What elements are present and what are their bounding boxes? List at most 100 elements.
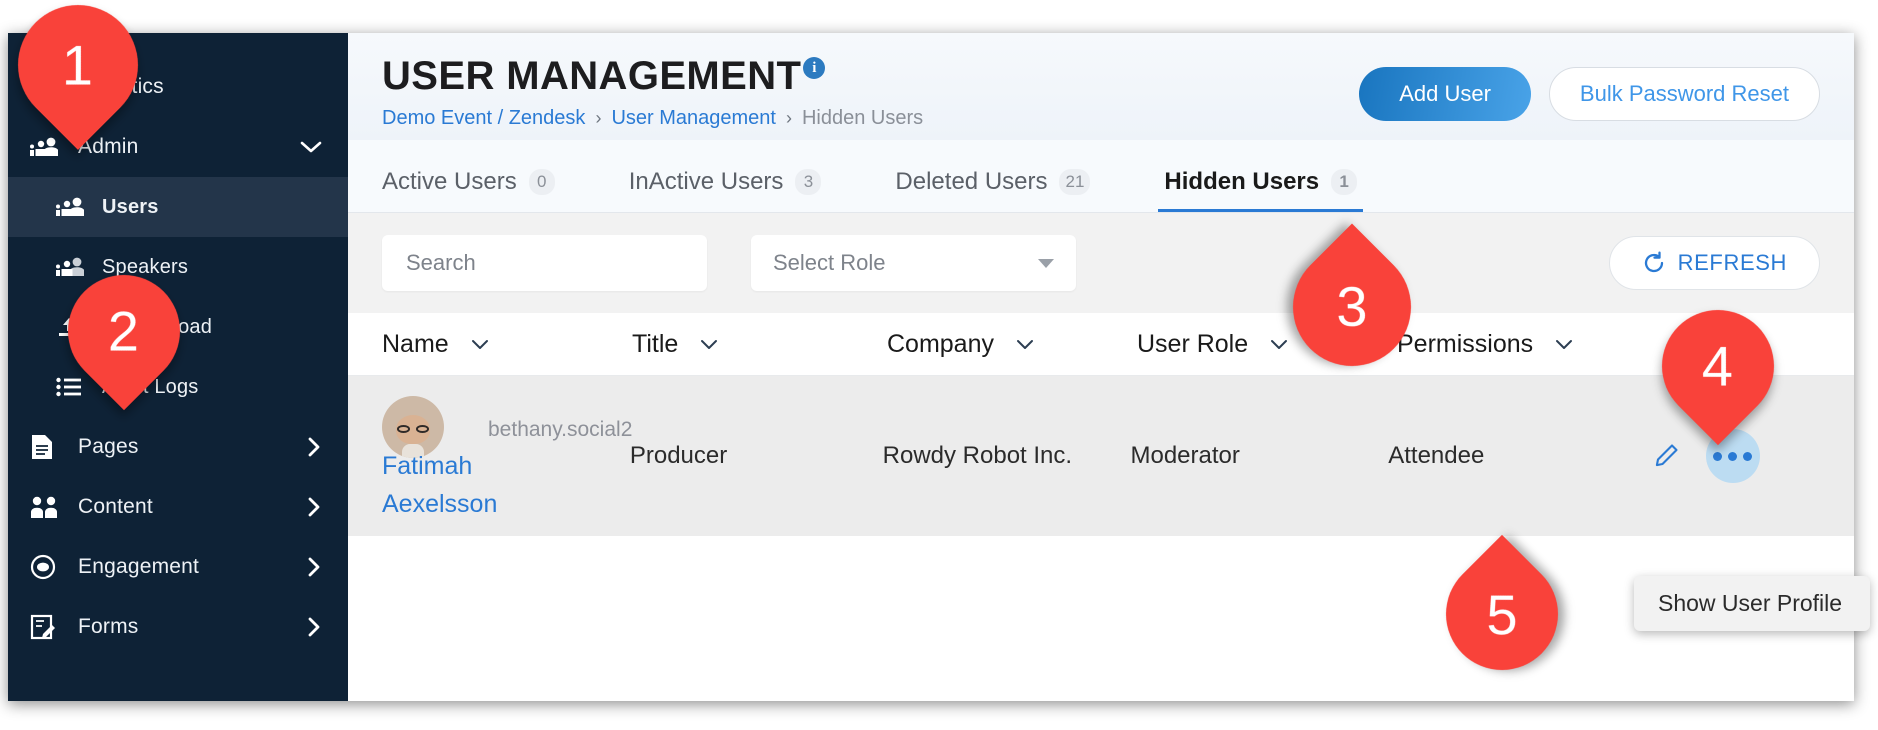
cell-user-role: Moderator (1130, 442, 1240, 469)
sidebar-item-label: Engagement (78, 555, 200, 578)
chevron-down-icon[interactable] (1270, 339, 1288, 350)
sidebar-item-pages[interactable]: Pages (8, 417, 348, 477)
sidebar-item-audit-logs[interactable]: Audit Logs (8, 357, 348, 417)
filter-bar: Select Role REFRESH (348, 213, 1854, 313)
sidebar-item-label: Admin (78, 135, 139, 158)
tab-label: Deleted Users (895, 168, 1048, 195)
edit-pencil-icon[interactable] (1646, 436, 1686, 476)
people-group-icon (56, 196, 88, 218)
column-header-company[interactable]: Company (887, 330, 1137, 359)
tab-label: Hidden Users (1164, 168, 1320, 195)
cell-company: Rowdy Robot Inc. (882, 442, 1073, 469)
breadcrumb-current: Hidden Users (801, 107, 924, 129)
sidebar-item-speakers[interactable]: Speakers (8, 237, 348, 297)
refresh-icon (1642, 251, 1666, 275)
breadcrumb-link-root[interactable]: Demo Event / Zendesk (382, 107, 585, 130)
chevron-down-icon[interactable] (1016, 339, 1034, 350)
people-group-icon (30, 136, 64, 158)
avatar (382, 396, 444, 458)
document-icon (30, 434, 64, 460)
tab-label: InActive Users (628, 168, 784, 195)
sidebar-item-engagement[interactable]: Engagement (8, 537, 348, 597)
sidebar-item-users[interactable]: Users (8, 177, 348, 237)
sidebar-item-label: Content (78, 495, 153, 518)
annotation-number: 5 (1486, 582, 1518, 646)
refresh-wrap: REFRESH (1608, 236, 1820, 290)
form-edit-icon (30, 614, 64, 640)
screenshot-root: Analytics Admin Users (0, 0, 1878, 730)
dot (1743, 451, 1753, 461)
chevron-right-icon[interactable] (306, 436, 322, 458)
chevron-right-icon[interactable] (306, 556, 322, 578)
breadcrumb: Demo Event / Zendesk › User Management ›… (382, 107, 923, 130)
add-user-button[interactable]: Add User (1359, 67, 1531, 121)
sidebar-item-label: Users (102, 195, 159, 218)
tab-active-users[interactable]: Active Users 0 (382, 168, 555, 212)
chevron-down-icon[interactable] (300, 140, 322, 154)
tab-inactive-users[interactable]: InActive Users 3 (629, 168, 822, 212)
sidebar-item-label: Forms (78, 615, 139, 638)
column-label: Permissions (1397, 329, 1534, 358)
column-header-title[interactable]: Title (632, 330, 887, 359)
refresh-button[interactable]: REFRESH (1608, 236, 1820, 290)
cell-name: bethany.social2 Fatimah Aexelsson (382, 386, 633, 526)
row-context-menu: Show User Profile (1634, 576, 1870, 631)
tab-count-badge: 21 (1059, 169, 1091, 195)
column-label: User Role (1137, 329, 1249, 358)
title-block: USER MANAGEMENT i Demo Event / Zendesk › … (382, 55, 923, 130)
chevron-down-icon[interactable] (471, 339, 489, 350)
chevron-down-icon[interactable] (700, 339, 718, 350)
tab-count-badge: 0 (528, 169, 555, 195)
column-label: Name (382, 329, 449, 358)
sidebar-item-forms[interactable]: Forms (8, 597, 348, 657)
annotation-number: 4 (1702, 334, 1734, 398)
main-content: USER MANAGEMENT i Demo Event / Zendesk › … (348, 33, 1854, 701)
role-select-value: Select Role (773, 250, 886, 275)
breadcrumb-separator-icon: › (785, 108, 792, 128)
chevron-right-icon[interactable] (306, 616, 322, 638)
role-select[interactable]: Select Role (751, 235, 1076, 291)
cell-permissions: Attendee (1388, 442, 1485, 469)
sidebar-item-content[interactable]: Content (8, 477, 348, 537)
dot (1728, 451, 1738, 461)
table-header-row: Name Title Company User Role Permissions (348, 313, 1854, 376)
two-people-icon (30, 495, 64, 519)
user-first-name-link[interactable]: Fatimah (382, 452, 472, 481)
tab-hidden-users[interactable]: Hidden Users 1 (1158, 168, 1363, 212)
sidebar-item-label: Pages (78, 435, 139, 458)
chevron-down-icon[interactable] (1555, 339, 1573, 350)
search-field[interactable] (382, 235, 707, 291)
menu-item-show-user-profile[interactable]: Show User Profile (1634, 576, 1870, 631)
cell-title: Producer (629, 442, 728, 469)
users-table: Name Title Company User Role Permissions… (348, 313, 1854, 701)
cell-actions (1646, 429, 1820, 483)
tab-bar: Active Users 0 InActive Users 3 Deleted … (348, 140, 1854, 213)
user-username: bethany.social2 (488, 418, 633, 441)
table-row[interactable]: bethany.social2 Fatimah Aexelsson Produc… (348, 376, 1854, 536)
bulk-password-reset-button[interactable]: Bulk Password Reset (1548, 67, 1820, 121)
dot (1713, 451, 1723, 461)
search-input[interactable] (404, 249, 685, 277)
user-last-name-link[interactable]: Aexelsson (382, 490, 497, 519)
tab-count-badge: 1 (1331, 169, 1358, 195)
annotation-number: 2 (108, 299, 140, 363)
people-group-icon (56, 256, 88, 278)
sidebar-navigation: Analytics Admin Users (8, 33, 348, 701)
header-actions: Add User Bulk Password Reset (1359, 55, 1820, 121)
info-icon[interactable]: i (803, 57, 826, 79)
refresh-label: REFRESH (1677, 250, 1787, 275)
list-icon (56, 377, 88, 397)
tab-label: Active Users (382, 168, 517, 195)
column-header-name[interactable]: Name (382, 330, 632, 359)
breadcrumb-link-user-management[interactable]: User Management (611, 107, 776, 130)
app-window: Analytics Admin Users (8, 33, 1854, 701)
annotation-number: 3 (1336, 275, 1368, 339)
column-header-permissions[interactable]: Permissions (1397, 330, 1657, 359)
annotation-number: 1 (62, 33, 94, 97)
column-label: Title (632, 329, 679, 358)
chevron-down-icon (1038, 258, 1054, 268)
tab-deleted-users[interactable]: Deleted Users 21 (895, 168, 1091, 212)
chevron-right-icon[interactable] (306, 496, 322, 518)
eye-circle-icon (30, 554, 64, 580)
page-title: USER MANAGEMENT (382, 54, 802, 98)
